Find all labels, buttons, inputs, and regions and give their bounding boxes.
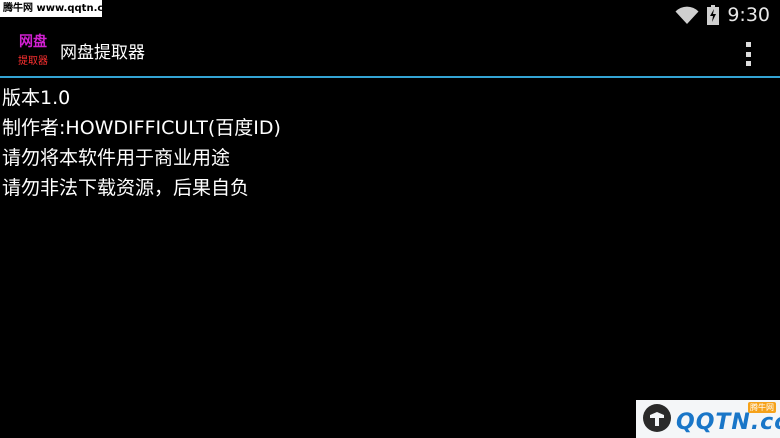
watermark-bottom: QQTN.com 腾牛网 <box>636 400 780 438</box>
watermark-tag: 腾牛网 <box>748 402 776 413</box>
app-icon-line2: 提取器 <box>18 56 48 67</box>
status-icons: 9:30 <box>675 3 770 27</box>
qqtn-logo-icon <box>643 404 671 432</box>
overflow-menu-icon[interactable] <box>738 40 758 68</box>
commercial-warning-text: 请勿将本软件用于商业用途 <box>2 147 231 169</box>
app-icon[interactable]: 网盘 提取器 <box>16 34 52 70</box>
overflow-dot <box>745 42 751 47</box>
battery-charging-icon <box>707 5 720 25</box>
legal-warning-text: 请勿非法下载资源，后果自负 <box>2 177 250 199</box>
author-text: 制作者:HOWDIFFICULT(百度ID) <box>2 117 281 139</box>
app-icon-line1: 网盘 <box>19 34 47 50</box>
status-bar: 9:30 <box>0 0 780 30</box>
watermark-text: QQTN.com <box>676 410 780 435</box>
action-bar-divider <box>0 76 780 78</box>
app-title: 网盘提取器 <box>60 43 145 63</box>
overflow-dot <box>745 51 751 57</box>
wifi-icon <box>675 6 699 24</box>
action-bar: 网盘 提取器 网盘提取器 <box>0 30 780 76</box>
status-clock: 9:30 <box>727 4 770 26</box>
overflow-dot <box>745 61 751 66</box>
info-content: 版本1.0 制作者:HOWDIFFICULT(百度ID) 请勿将本软件用于商业用… <box>2 83 772 203</box>
version-text: 版本1.0 <box>2 87 71 109</box>
